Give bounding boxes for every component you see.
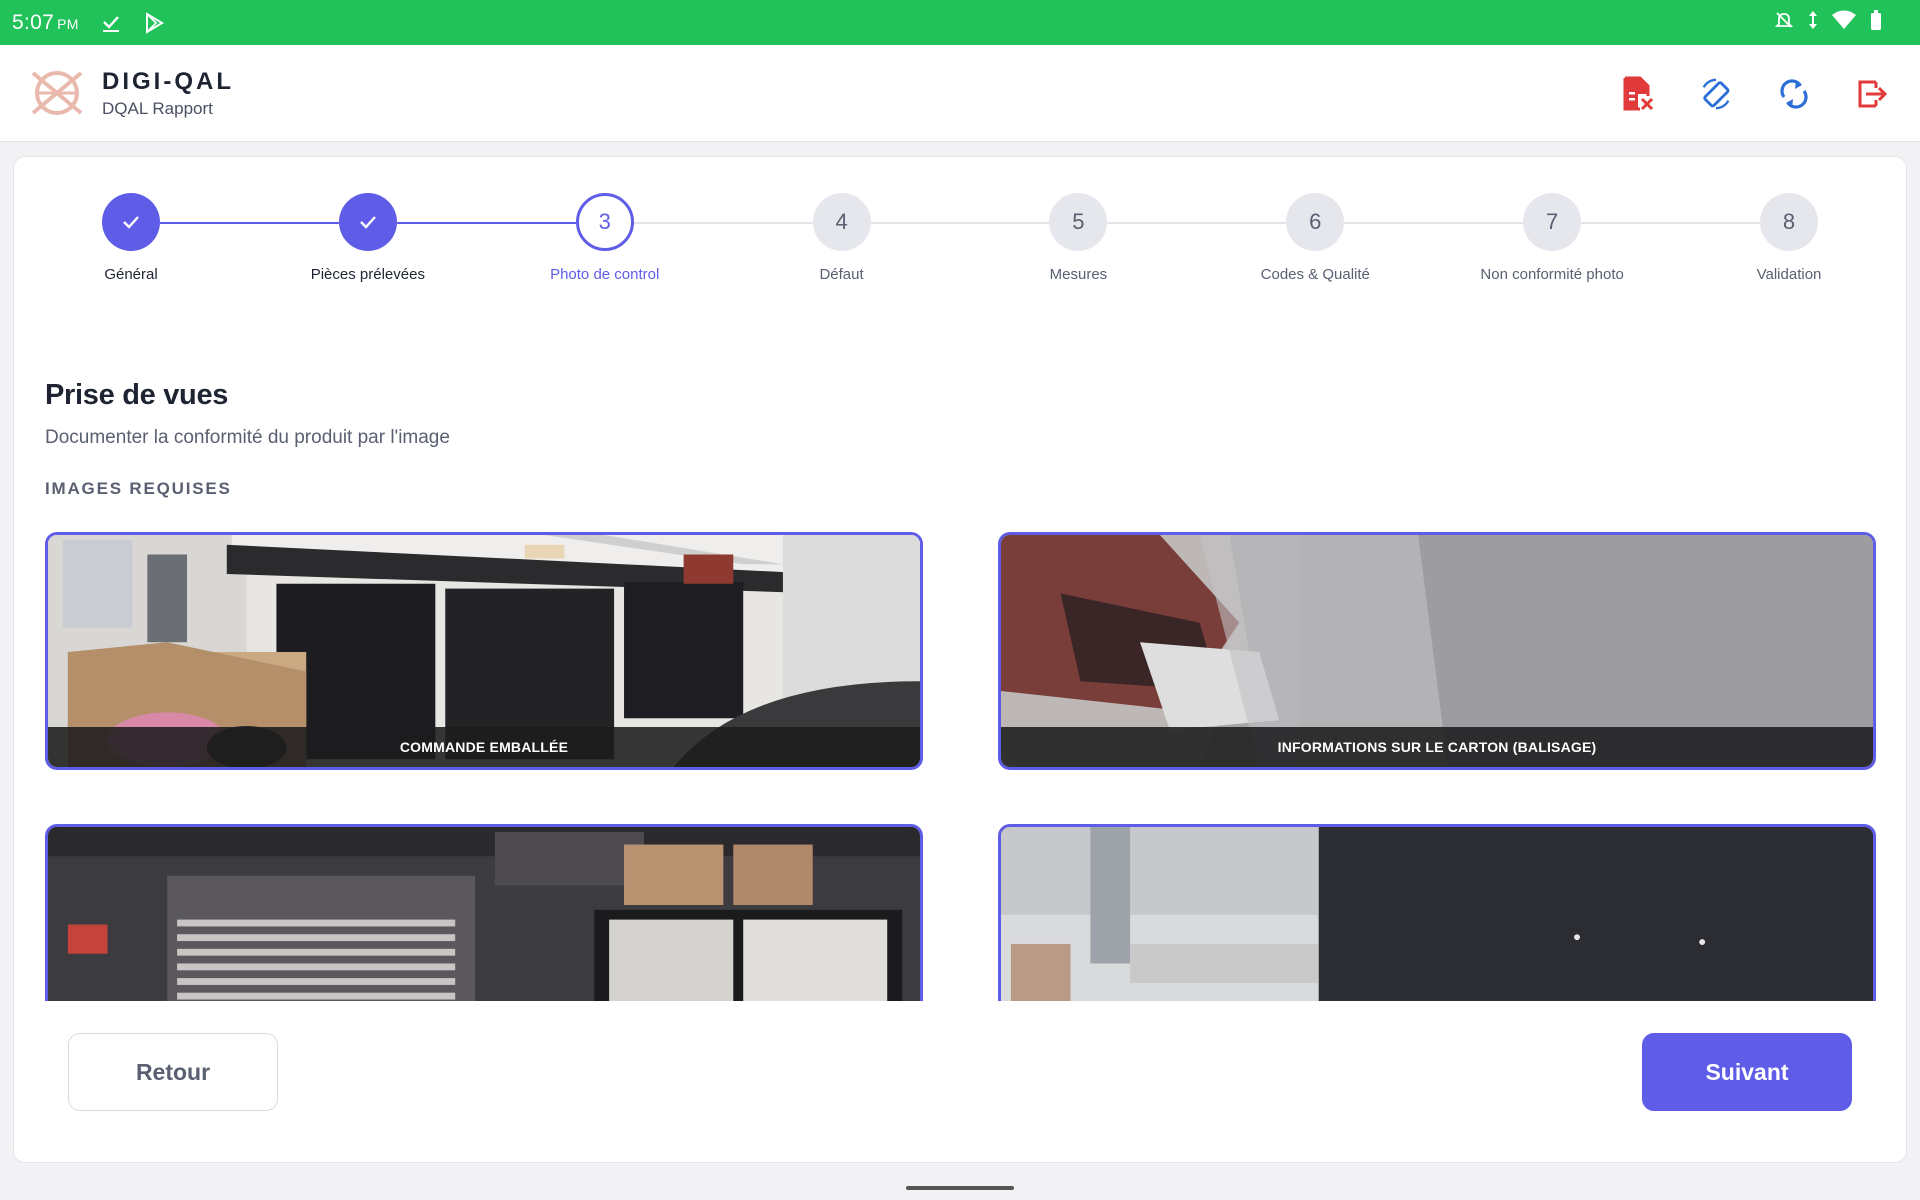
step-label: Général [104, 266, 158, 283]
step-8[interactable]: 8 Validation [1669, 193, 1906, 283]
delete-report-button[interactable] [1620, 76, 1656, 112]
step-1[interactable]: Général [14, 193, 251, 283]
status-bar: 5:07 PM [0, 0, 1920, 45]
step-2[interactable]: Pièces prélevées [248, 193, 488, 283]
download-done-icon [101, 13, 121, 33]
time-ampm: PM [57, 15, 79, 32]
step-label: Non conformité photo [1480, 266, 1624, 283]
photo-card-3[interactable] [45, 824, 923, 1001]
notifications-off-icon [1774, 10, 1794, 35]
stepper: Général Pièces prélevées 3 Photo de control… [14, 193, 1906, 303]
photo-thumbnail [48, 827, 920, 1001]
section-title: Prise de vues [45, 379, 229, 411]
step-number: 6 [1286, 193, 1345, 251]
sync-button[interactable] [1776, 76, 1812, 112]
section-description: Documenter la conformité du produit par … [45, 427, 450, 448]
time-text: 5:07 [12, 10, 55, 34]
photo-thumbnail [1001, 827, 1873, 1001]
step-label: Validation [1756, 266, 1822, 283]
step-7[interactable]: 7 Non conformité photo [1432, 193, 1672, 283]
app-logo [31, 71, 83, 115]
step-number: 4 [812, 193, 871, 251]
app-subtitle: DQAL Rapport [102, 98, 213, 118]
logout-icon [1858, 80, 1888, 107]
header-actions [1620, 45, 1890, 142]
step-6[interactable]: 6 Codes & Qualité [1195, 193, 1435, 283]
wifi-icon [1832, 10, 1856, 35]
delete-report-icon [1623, 76, 1654, 110]
step-label: Photo de control [550, 266, 660, 283]
brand: DIGI-QAL DQAL Rapport [102, 68, 234, 119]
battery-icon [1870, 10, 1882, 35]
step-4[interactable]: 4 Défaut [722, 193, 962, 283]
photo-card-commande-emballee[interactable]: COMMANDE EMBALLÉE [45, 532, 923, 770]
status-time: 5:07 PM [12, 11, 79, 35]
main-card: Général Pièces prélevées 3 Photo de control… [13, 156, 1907, 1163]
back-button[interactable]: Retour [68, 1033, 278, 1111]
step-3[interactable]: 3 Photo de control [485, 193, 725, 283]
app-header: DIGI-QAL DQAL Rapport [0, 45, 1920, 142]
step-number: 7 [1523, 193, 1582, 251]
check-icon [338, 193, 397, 251]
section-label: IMAGES REQUISES [45, 479, 232, 498]
photo-grid: COMMANDE EMBALLÉE INFORMATIONS SUR LE CA… [14, 532, 1906, 1001]
step-label: Pièces prélevées [310, 266, 425, 283]
step-5[interactable]: 5 Mesures [958, 193, 1198, 283]
photo-card-informations-carton[interactable]: INFORMATIONS SUR LE CARTON (BALISAGE) [998, 532, 1876, 770]
step-number: 8 [1760, 193, 1818, 251]
step-label: Défaut [819, 266, 864, 283]
rotate-screen-button[interactable] [1698, 76, 1734, 112]
sync-icon [1780, 78, 1808, 109]
home-indicator[interactable] [906, 1186, 1014, 1190]
step-label: Codes & Qualité [1260, 266, 1370, 283]
step-label: Mesures [1049, 266, 1108, 283]
photo-caption: INFORMATIONS SUR LE CARTON (BALISAGE) [1001, 727, 1873, 767]
photo-card-4[interactable] [998, 824, 1876, 1001]
next-button[interactable]: Suivant [1642, 1033, 1852, 1111]
app-name: DIGI-QAL [102, 67, 234, 95]
step-number: 5 [1049, 193, 1108, 251]
logout-button[interactable] [1854, 76, 1890, 112]
photo-caption: COMMANDE EMBALLÉE [48, 727, 920, 767]
play-store-icon [143, 11, 165, 34]
check-icon [102, 193, 160, 251]
data-arrows-icon [1808, 10, 1818, 35]
step-number: 3 [575, 193, 634, 251]
rotate-screen-icon [1702, 78, 1730, 109]
